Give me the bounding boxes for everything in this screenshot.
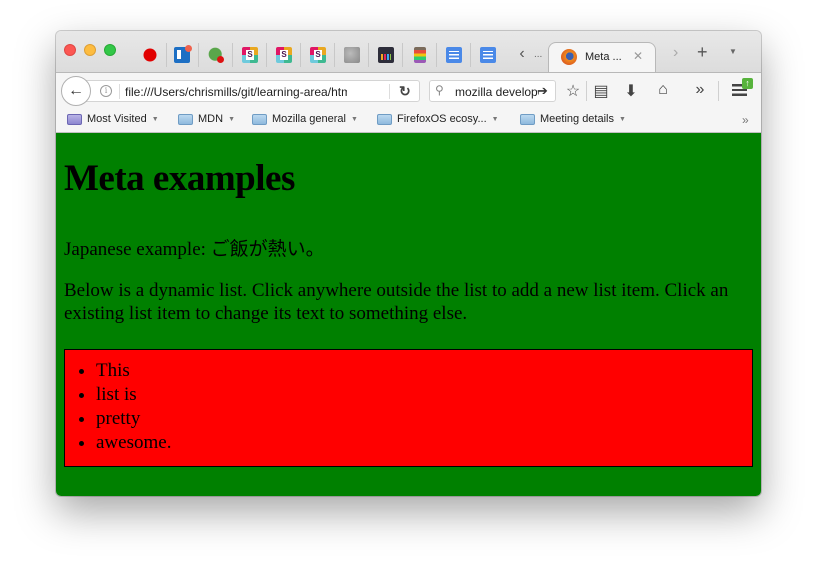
pinned-tab[interactable] [472,43,504,67]
docs-icon [446,47,462,63]
list-item[interactable]: This [96,359,171,383]
bookmark-mdn[interactable]: MDN ▼ [178,113,235,125]
pinned-tab[interactable] [404,43,437,67]
chevron-down-icon: ▼ [491,115,499,123]
slack-icon [242,47,258,63]
overflow-chevron-icon[interactable]: » [690,81,710,99]
slack-icon [276,47,292,63]
folder-icon [178,113,193,125]
list-all-tabs-button[interactable]: ▼ [729,47,737,56]
list-item[interactable]: pretty [96,407,171,431]
japanese-example-text: Japanese example: ご飯が熱い。 [64,239,325,260]
window-close-button[interactable] [64,44,76,56]
pinned-tab[interactable] [336,43,369,67]
bookmark-most-visited[interactable]: Most Visited ▼ [67,113,159,125]
bookmark-meeting-details[interactable]: Meeting details ▼ [520,113,626,125]
divider [389,84,390,99]
search-go-icon[interactable]: ➔ [537,83,548,99]
bookmarks-overflow-icon[interactable]: » [742,113,749,127]
downloads-icon[interactable]: ⬇ [621,81,641,101]
dynamic-list[interactable]: This list is pretty awesome. [64,349,753,467]
divider [586,81,587,101]
pinned-tab[interactable] [438,43,471,67]
pinned-tab[interactable] [200,43,233,67]
reading-list-icon[interactable]: ▤ [591,81,611,101]
bookmark-firefoxos-ecosystem[interactable]: FirefoxOS ecosy... ▼ [377,113,499,125]
tab-scroll-right-button[interactable]: › [673,44,678,62]
folder-icon [520,113,535,125]
page-heading: Meta examples [64,158,295,199]
docs-icon [480,47,496,63]
list-item[interactable]: list is [96,383,171,407]
bookmark-star-icon[interactable]: ☆ [563,81,583,101]
chevron-down-icon: ▼ [619,115,626,123]
bookmark-label: Meeting details [540,113,614,125]
tab-title: Meta ... [585,51,622,63]
back-arrow-icon: ← [68,82,84,99]
window-minimize-button[interactable] [84,44,96,56]
browser-window: ‹ ... Meta ... ✕ › + ▼ ← i file:///Users… [56,31,761,496]
pinned-tab[interactable] [234,43,267,67]
folder-icon [252,113,267,125]
bookmark-mozilla-general[interactable]: Mozilla general ▼ [252,113,358,125]
folder-icon [377,113,392,125]
chevron-down-icon: ▼ [228,115,235,123]
update-available-icon[interactable]: ↑ [742,78,753,89]
home-icon[interactable]: ⌂ [653,81,673,99]
tab-strip: ‹ ... Meta ... ✕ › + ▼ [56,31,761,73]
bookmark-label: Mozilla general [272,113,346,125]
analytics-icon [378,47,394,63]
divider [718,81,719,101]
dinosaur-icon [142,47,158,63]
search-icon: ⚲ [435,83,444,97]
clipboard-icon [414,47,426,63]
tab-scroll-left-button[interactable]: ‹ [514,45,530,63]
pinned-tab[interactable] [370,43,403,67]
search-input[interactable]: mozilla developer network [455,85,539,99]
bookmark-label: MDN [198,113,224,125]
divider [119,84,120,99]
pinned-tab[interactable] [302,43,335,67]
info-icon[interactable]: i [100,85,112,97]
pinned-tab[interactable] [166,43,199,67]
chevron-down-icon: ▼ [350,115,358,123]
tab-close-icon[interactable]: ✕ [633,49,643,63]
slack-icon [310,47,326,63]
chevron-down-icon: ▼ [151,115,159,123]
url-input[interactable]: file:///Users/chrismills/git/learning-ar… [125,85,347,99]
window-maximize-button[interactable] [104,44,116,56]
hidden-tab-ellipsis: ... [534,49,543,60]
page-content[interactable]: Meta examples Japanese example: ご飯が熱い。 B… [56,133,761,496]
bookmark-label: Most Visited [87,113,147,125]
navigation-toolbar: ← i file:///Users/chrismills/git/learnin… [56,72,761,109]
search-bar[interactable]: ⚲ mozilla developer network ➔ [429,80,556,102]
bookmark-label: FirefoxOS ecosy... [397,113,487,125]
pinned-tab[interactable] [134,43,167,67]
globe-icon [344,47,360,63]
firefox-icon [561,49,577,65]
tab-active[interactable]: Meta ... ✕ [548,42,656,73]
bookmarks-toolbar: Most Visited ▼ MDN ▼ Mozilla general ▼ F… [56,109,761,133]
bug-icon [208,47,224,63]
description-text: Below is a dynamic list. Click anywhere … [64,280,729,324]
back-button[interactable]: ← [61,76,91,106]
url-bar[interactable]: i file:///Users/chrismills/git/learning-… [82,80,420,102]
new-tab-button[interactable]: + [697,42,708,63]
reload-icon[interactable]: ↻ [399,83,411,100]
pinned-tab[interactable] [268,43,301,67]
trello-icon [174,45,192,63]
smart-folder-icon [67,113,82,125]
list-item[interactable]: awesome. [96,431,171,455]
dynamic-list-items: This list is pretty awesome. [65,359,171,455]
